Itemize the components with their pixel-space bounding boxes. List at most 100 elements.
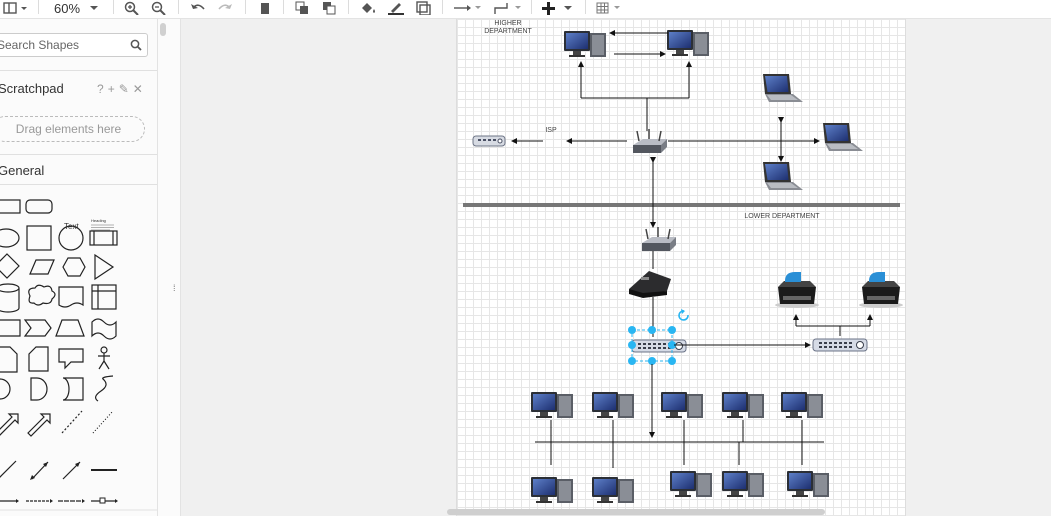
wireless-router-main[interactable] — [632, 128, 668, 154]
higher-department-label: HIGHER DEPARTMENT — [484, 20, 532, 35]
to-front-icon — [295, 1, 308, 14]
laptop-bottom[interactable] — [763, 162, 803, 190]
chevron-down-icon — [90, 6, 99, 10]
cylinder-shape[interactable] — [0, 283, 20, 313]
diamond-shape[interactable] — [0, 253, 20, 279]
connection-style-button[interactable] — [452, 0, 482, 16]
scratchpad-drop-area[interactable]: Drag elements here — [0, 116, 145, 142]
parallelogram-shape[interactable] — [29, 259, 55, 275]
help-icon[interactable]: ? — [97, 82, 104, 96]
laptop-right[interactable] — [823, 123, 863, 151]
trapezoid-shape[interactable] — [55, 319, 85, 337]
zoom-out-button[interactable] — [150, 0, 168, 16]
rectangle-shape[interactable] — [0, 199, 21, 214]
fill-color-button[interactable] — [358, 0, 380, 16]
printer-switch[interactable] — [812, 338, 868, 352]
step-shape[interactable] — [23, 319, 52, 337]
selected-switch[interactable] — [631, 339, 687, 353]
format-panel-button[interactable] — [0, 0, 30, 16]
or-shape[interactable] — [0, 378, 11, 400]
to-back-button[interactable] — [320, 0, 338, 16]
scratchpad-title[interactable]: Scratchpad — [0, 81, 64, 96]
shapes-sidebar: Scratchpad ? + ✎ ✕ Drag elements here Ge… — [0, 19, 158, 516]
connection-icon — [454, 5, 481, 11]
heading-shape[interactable]: Heading — [91, 218, 106, 223]
computer-row1-1[interactable] — [531, 392, 573, 418]
waypoints-button[interactable] — [492, 0, 522, 16]
zoom-out-icon — [151, 1, 166, 15]
laptop-top[interactable] — [763, 74, 803, 102]
delete-icon — [261, 3, 269, 14]
rounded-rectangle-shape[interactable] — [25, 199, 53, 214]
text-shape[interactable]: Text — [64, 222, 79, 231]
document-shape[interactable] — [58, 286, 84, 308]
zoom-dropdown[interactable]: 60% — [48, 0, 106, 16]
network-diagram — [463, 30, 903, 503]
search-shapes-input[interactable] — [0, 34, 122, 56]
add-icon[interactable]: + — [108, 82, 115, 96]
shadow-icon — [416, 1, 431, 15]
computer-row2-1[interactable] — [531, 477, 573, 503]
data-storage-shape[interactable] — [62, 377, 84, 401]
computer-top-left[interactable] — [564, 31, 606, 57]
computer-row2-5[interactable] — [787, 471, 829, 497]
fill-color-icon — [362, 3, 375, 13]
card-shape[interactable] — [28, 346, 49, 372]
arrow-shape[interactable] — [27, 413, 51, 437]
computer-row1-3[interactable] — [661, 392, 703, 418]
actor-shape[interactable] — [98, 353, 110, 370]
tape-shape[interactable] — [91, 318, 117, 340]
modem[interactable] — [629, 271, 671, 298]
undo-button[interactable] — [188, 0, 206, 16]
diagram-canvas[interactable]: HIGHER DEPARTMENT ISP LOWER DEPARTMENT — [181, 19, 1051, 516]
waypoints-icon — [494, 3, 521, 14]
splitter-grip-icon[interactable]: ⁞ — [173, 283, 176, 293]
computer-row1-4[interactable] — [722, 392, 764, 418]
delay-shape[interactable] — [30, 377, 48, 401]
isp-hub[interactable] — [472, 135, 506, 147]
computer-top-right[interactable] — [667, 30, 709, 56]
general-shapes-palette: Text Heading — [0, 199, 157, 511]
square-shape[interactable] — [26, 225, 52, 251]
search-icon[interactable] — [130, 39, 142, 51]
insert-button[interactable] — [541, 0, 575, 16]
table-button[interactable] — [595, 0, 625, 16]
internal-storage-shape[interactable] — [91, 284, 117, 310]
edit-icon[interactable]: ✎ — [119, 82, 129, 96]
format-panel-icon — [3, 2, 27, 14]
ellipse-shape[interactable] — [0, 228, 20, 248]
insert-icon — [542, 2, 572, 15]
hexagon-shape[interactable] — [62, 257, 86, 277]
sidebar-scrollbar[interactable] — [160, 23, 166, 36]
delete-button[interactable] — [257, 0, 273, 16]
printer-right[interactable] — [859, 272, 903, 308]
computer-row1-2[interactable] — [592, 392, 634, 418]
close-icon[interactable]: ✕ — [133, 82, 143, 96]
access-point[interactable] — [641, 226, 677, 252]
toolbar: 60% — [0, 0, 1051, 19]
to-front-button[interactable] — [293, 0, 311, 16]
printer-left[interactable] — [775, 272, 819, 308]
cloud-shape[interactable] — [28, 284, 56, 306]
computer-row2-2[interactable] — [592, 477, 634, 503]
cube-shape[interactable] — [0, 319, 21, 337]
selection-handles[interactable] — [628, 309, 689, 365]
redo-button[interactable] — [217, 0, 235, 16]
triangle-shape[interactable] — [94, 253, 115, 281]
line-color-button[interactable] — [385, 0, 407, 16]
note-shape[interactable] — [0, 346, 18, 373]
lower-department-label: LOWER DEPARTMENT — [744, 213, 820, 220]
callout-shape[interactable] — [58, 348, 84, 370]
computer-row2-3[interactable] — [670, 471, 712, 497]
computer-row1-5[interactable] — [781, 392, 823, 418]
zoom-value: 60% — [53, 0, 81, 16]
general-section-title[interactable]: General — [0, 163, 44, 178]
shadow-button[interactable] — [413, 0, 433, 16]
diagram-page[interactable]: HIGHER DEPARTMENT ISP LOWER DEPARTMENT — [456, 19, 906, 516]
bidirectional-arrow-shape[interactable] — [0, 413, 19, 436]
sidebar-splitter[interactable] — [168, 19, 181, 516]
canvas-horizontal-scrollbar[interactable] — [447, 509, 825, 515]
curve-shape[interactable] — [95, 375, 114, 402]
computer-row2-4[interactable] — [722, 471, 764, 497]
zoom-in-button[interactable] — [123, 0, 141, 16]
